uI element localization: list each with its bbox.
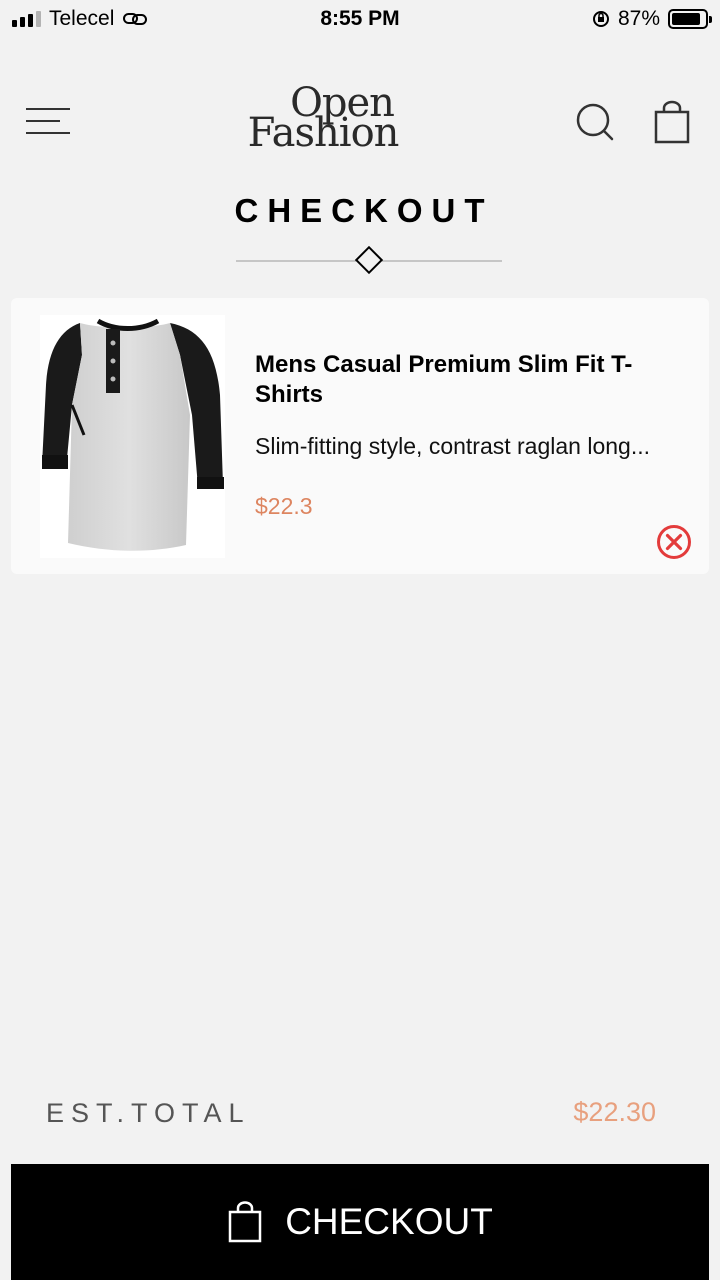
est-total-label: EST.TOTAL — [46, 1098, 251, 1128]
checkout-button-label: CHECKOUT — [285, 1201, 493, 1242]
shopping-bag-icon[interactable] — [652, 100, 692, 144]
battery-icon — [668, 9, 712, 29]
rotation-lock-icon — [592, 11, 609, 27]
checkout-button[interactable]: CHECKOUT — [11, 1164, 709, 1280]
cart-item[interactable]: Mens Casual Premium Slim Fit T-Shirts Sl… — [11, 298, 709, 574]
search-icon[interactable] — [575, 102, 615, 142]
est-total-value: $22.30 — [573, 1097, 656, 1127]
product-description: Slim-fitting style, contrast raglan long… — [255, 433, 650, 459]
battery-percent: 87% — [617, 7, 660, 30]
page-title: CHECKOUT — [234, 192, 494, 229]
app-header: Open Fashion — [0, 70, 720, 180]
status-bar: Telecel 8:55 PM 87% — [0, 0, 720, 38]
product-name[interactable]: Mens Casual Premium Slim Fit T-Shirts — [255, 350, 675, 410]
shopping-bag-icon — [228, 1201, 262, 1243]
menu-icon-line — [26, 108, 70, 110]
battery-fill — [672, 13, 700, 25]
title-divider — [236, 246, 502, 275]
checkout-screen: Telecel 8:55 PM 87% Open Fashion CHECKOU… — [0, 0, 720, 1280]
product-price: $22.3 — [255, 493, 313, 519]
brand-logo[interactable]: Open Fashion — [228, 83, 418, 156]
menu-icon-line — [26, 132, 70, 134]
menu-button[interactable] — [26, 106, 72, 138]
remove-item-icon[interactable] — [656, 524, 692, 560]
henley-shirt-image — [42, 318, 224, 551]
logo-line-2: Fashion — [247, 110, 400, 156]
menu-icon-line — [26, 120, 60, 122]
product-image[interactable] — [40, 315, 225, 558]
status-right: 87% — [592, 7, 712, 31]
